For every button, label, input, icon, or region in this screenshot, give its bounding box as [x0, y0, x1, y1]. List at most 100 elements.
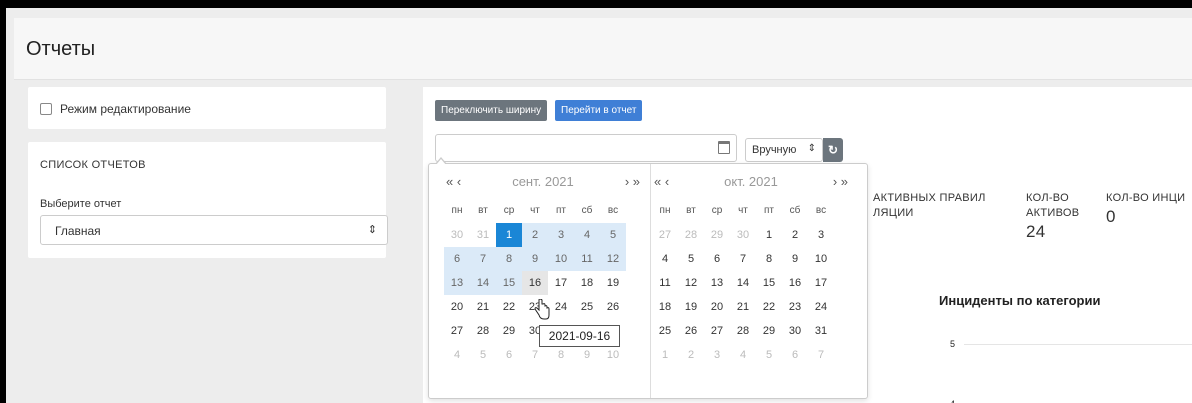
day-cell[interactable]: 11 [574, 247, 600, 271]
day-cell[interactable]: 3 [808, 223, 834, 247]
day-cell[interactable]: 6 [782, 343, 808, 367]
day-cell[interactable]: 5 [600, 223, 626, 247]
day-cell[interactable]: 19 [600, 271, 626, 295]
page-header: Отчеты [14, 18, 1192, 80]
day-cell[interactable]: 19 [678, 295, 704, 319]
day-cell[interactable]: 25 [574, 295, 600, 319]
day-cell[interactable]: 11 [652, 271, 678, 295]
day-cell[interactable]: 21 [470, 295, 496, 319]
day-cell[interactable]: 30 [730, 223, 756, 247]
day-cell[interactable]: 22 [496, 295, 522, 319]
day-cell[interactable]: 31 [470, 223, 496, 247]
calendar-icon[interactable] [718, 141, 730, 154]
day-cell[interactable]: 8 [496, 247, 522, 271]
day-cell[interactable]: 6 [704, 247, 730, 271]
day-cell[interactable]: 18 [574, 271, 600, 295]
day-cell[interactable]: 5 [756, 343, 782, 367]
day-cell[interactable]: 26 [600, 295, 626, 319]
day-cell[interactable]: 5 [678, 247, 704, 271]
day-cell[interactable]: 1 [756, 223, 782, 247]
stat-active-rules: АКТИВНЫХ ПРАВИЛ ЛЯЦИИ [873, 191, 986, 221]
refresh-icon[interactable]: ↻ [823, 138, 843, 162]
day-cell[interactable]: 3 [704, 343, 730, 367]
day-cell[interactable]: 15 [756, 271, 782, 295]
day-cell[interactable]: 24 [808, 295, 834, 319]
day-cell[interactable]: 2 [678, 343, 704, 367]
day-cell[interactable]: 13 [704, 271, 730, 295]
day-cell[interactable]: 26 [678, 319, 704, 343]
day-cell[interactable]: 7 [470, 247, 496, 271]
day-cell[interactable]: 28 [678, 223, 704, 247]
day-cell[interactable]: 2 [782, 223, 808, 247]
edit-mode-checkbox[interactable] [40, 103, 52, 115]
day-cell[interactable]: 28 [730, 319, 756, 343]
day-cell[interactable]: 3 [548, 223, 574, 247]
day-cell[interactable]: 9 [782, 247, 808, 271]
day-cell[interactable]: 1 [652, 343, 678, 367]
day-cell[interactable]: 15 [496, 271, 522, 295]
day-cell[interactable]: 4 [730, 343, 756, 367]
day-cell[interactable]: 6 [444, 247, 470, 271]
day-cell[interactable]: 12 [678, 271, 704, 295]
go-to-report-button[interactable]: Перейти в отчет [555, 100, 643, 121]
day-cell[interactable]: 21 [730, 295, 756, 319]
month-divider [650, 164, 651, 398]
day-cell[interactable]: 31 [808, 319, 834, 343]
next-month-button[interactable]: › » [625, 174, 640, 189]
day-cell[interactable]: 4 [574, 223, 600, 247]
report-select-value: Главная [55, 224, 101, 238]
day-cell[interactable]: 23 [782, 295, 808, 319]
day-cell[interactable]: 14 [730, 271, 756, 295]
date-range-picker: « ‹ сент. 2021 › » пн вт ср чт пт сб вс 30 31 1 2 3… [428, 157, 868, 399]
day-cell[interactable]: 27 [652, 223, 678, 247]
y-tick-5: 5 [950, 339, 956, 349]
reports-list-card: СПИСОК ОТЧЕТОВ Выберите отчет Главная ⇕ [28, 142, 388, 258]
day-cell[interactable]: 4 [444, 343, 470, 367]
day-cell[interactable]: 10 [548, 247, 574, 271]
day-cell[interactable]: 30 [444, 223, 470, 247]
weekday-header: вт [686, 205, 696, 216]
day-cell[interactable]: 27 [704, 319, 730, 343]
day-cell[interactable]: 7 [808, 343, 834, 367]
day-cell[interactable]: 14 [470, 271, 496, 295]
day-cell[interactable]: 8 [756, 247, 782, 271]
weekday-header: чт [530, 205, 540, 216]
day-cell[interactable]: 29 [704, 223, 730, 247]
day-cell[interactable]: 16 [522, 271, 548, 295]
day-cell[interactable]: 17 [808, 271, 834, 295]
day-cell[interactable]: 5 [470, 343, 496, 367]
report-select[interactable]: Главная ⇕ [40, 215, 388, 245]
next-month-button[interactable]: › » [833, 174, 848, 189]
day-cell[interactable]: 4 [652, 247, 678, 271]
day-cell[interactable]: 28 [470, 319, 496, 343]
toggle-width-button[interactable]: Переключить ширину [435, 100, 548, 121]
day-cell[interactable]: 16 [782, 271, 808, 295]
day-cell[interactable]: 7 [730, 247, 756, 271]
day-cell[interactable]: 20 [444, 295, 470, 319]
day-cell[interactable]: 17 [548, 271, 574, 295]
stat-incidents-value: 0 [1106, 207, 1116, 226]
day-cell[interactable]: 20 [704, 295, 730, 319]
month-title-left: сент. 2021 [512, 174, 574, 189]
day-cell[interactable]: 30 [782, 319, 808, 343]
day-cell[interactable]: 9 [522, 247, 548, 271]
day-cell[interactable]: 18 [652, 295, 678, 319]
day-cell[interactable]: 10 [808, 247, 834, 271]
weekday-header: вт [478, 205, 488, 216]
day-cell[interactable]: 13 [444, 271, 470, 295]
day-cell[interactable]: 2 [522, 223, 548, 247]
day-cell[interactable]: 25 [652, 319, 678, 343]
day-cell[interactable]: 24 [548, 295, 574, 319]
calendar-right: « ‹ окт. 2021 › » пн вт ср чт пт сб вс 27 28 29 30… [652, 174, 850, 367]
day-cell[interactable]: 1 [496, 223, 522, 247]
day-cell[interactable]: 22 [756, 295, 782, 319]
day-cell[interactable]: 29 [496, 319, 522, 343]
day-cell[interactable]: 12 [600, 247, 626, 271]
edit-mode-label[interactable]: Режим редактирование [60, 102, 191, 116]
day-cell[interactable]: 27 [444, 319, 470, 343]
stat-assets-label-2: АКТИВОВ [1026, 207, 1080, 219]
mode-select[interactable]: Вручную ⇕ [745, 138, 823, 162]
day-cell[interactable]: 29 [756, 319, 782, 343]
date-range-input[interactable] [435, 134, 737, 162]
day-cell[interactable]: 6 [496, 343, 522, 367]
